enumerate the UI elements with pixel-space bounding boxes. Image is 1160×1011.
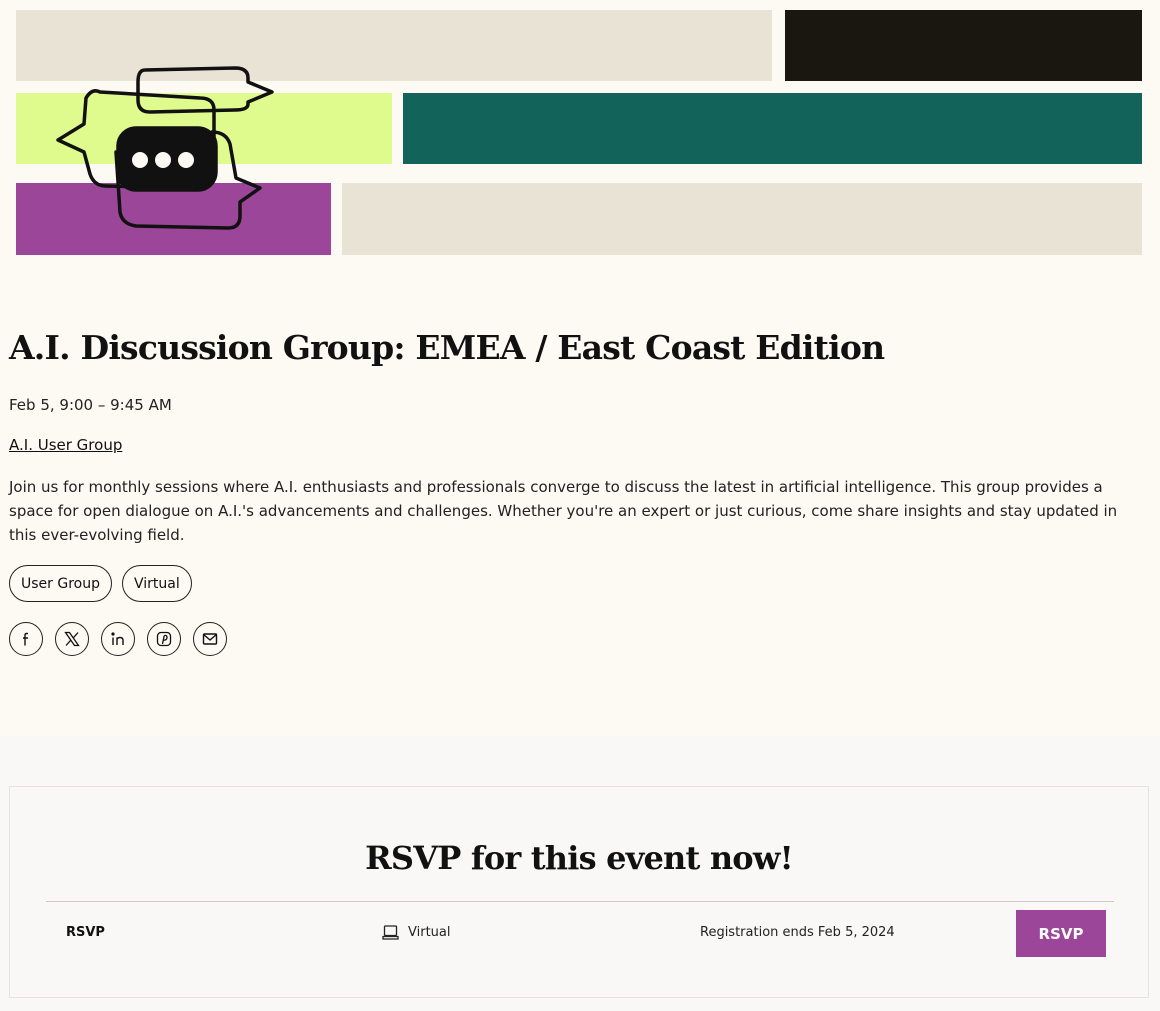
pinterest-icon <box>156 631 172 647</box>
registration-deadline: Registration ends Feb 5, 2024 <box>700 925 895 940</box>
venue-label: Virtual <box>408 925 451 940</box>
linkedin-share-button[interactable] <box>101 622 135 656</box>
rsvp-label: RSVP <box>66 925 105 940</box>
event-datetime: Feb 5, 9:00 – 9:45 AM <box>9 396 172 414</box>
event-description: Join us for monthly sessions where A.I. … <box>9 478 1118 544</box>
tag-user-group[interactable]: User Group <box>9 565 112 602</box>
email-icon <box>202 633 218 645</box>
facebook-share-button[interactable] <box>9 622 43 656</box>
rsvp-button[interactable]: RSVP <box>1016 910 1106 957</box>
x-share-button[interactable] <box>55 622 89 656</box>
facebook-icon <box>23 632 28 646</box>
linkedin-icon <box>111 632 124 645</box>
rsvp-card: RSVP for this event now! RSVP Virtual Re… <box>9 786 1149 998</box>
share-bar <box>9 622 227 656</box>
hero-bar <box>785 10 1142 81</box>
chat-bubbles-icon <box>56 66 274 230</box>
event-title: A.I. Discussion Group: EMEA / East Coast… <box>9 328 885 367</box>
email-share-button[interactable] <box>193 622 227 656</box>
venue: Virtual <box>382 924 450 941</box>
tag-virtual[interactable]: Virtual <box>121 565 192 602</box>
pinterest-share-button[interactable] <box>147 622 181 656</box>
laptop-icon <box>382 925 399 940</box>
hero-banner <box>0 0 1160 270</box>
hero-bar <box>342 183 1142 255</box>
tag-list: User Group Virtual <box>9 565 192 602</box>
hero-bar <box>403 93 1142 164</box>
divider <box>46 901 1114 902</box>
x-icon <box>64 631 80 647</box>
group-link[interactable]: A.I. User Group <box>9 436 122 454</box>
rsvp-heading: RSVP for this event now! <box>365 839 794 877</box>
